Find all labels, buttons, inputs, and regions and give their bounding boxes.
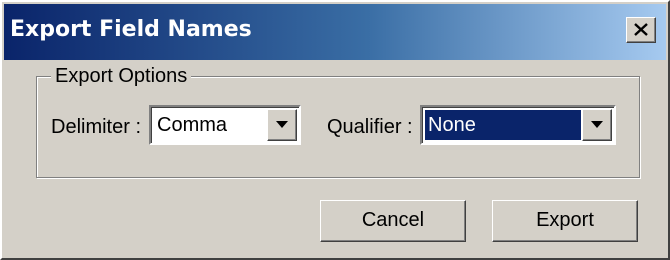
close-button[interactable] [626, 17, 656, 43]
qualifier-dropdown-button[interactable] [582, 109, 612, 141]
delimiter-select[interactable]: Comma [149, 105, 301, 145]
delimiter-dropdown-button[interactable] [267, 109, 297, 141]
dialog-title: Export Field Names [10, 17, 252, 42]
cancel-button[interactable]: Cancel [320, 200, 466, 242]
export-button[interactable]: Export [492, 200, 638, 242]
export-field-names-dialog: Export Field Names Export Options Delimi… [0, 0, 670, 260]
delimiter-label: Delimiter : [51, 116, 142, 138]
export-options-label: Export Options [51, 63, 192, 89]
delimiter-value: Comma [157, 114, 228, 136]
title-bar[interactable]: Export Field Names [4, 4, 666, 60]
qualifier-value: None [425, 110, 581, 140]
qualifier-label: Qualifier : [327, 116, 413, 138]
export-options-group: Export Options Delimiter : Comma Qualifi… [36, 63, 640, 178]
qualifier-select[interactable]: None [420, 105, 616, 145]
